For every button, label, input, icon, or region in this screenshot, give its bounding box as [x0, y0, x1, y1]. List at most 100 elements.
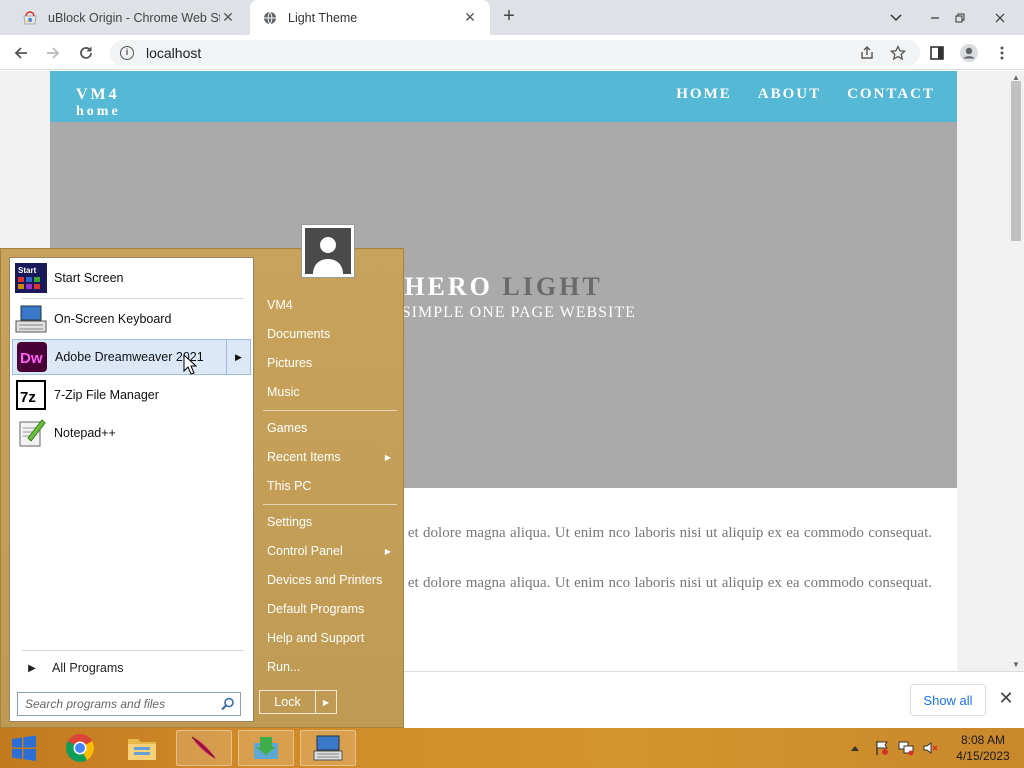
installer-icon: [254, 737, 278, 759]
info-icon[interactable]: i: [120, 46, 134, 60]
start-place-label: Recent Items: [267, 450, 341, 464]
start-place-default-programs[interactable]: Default Programs: [261, 596, 401, 622]
taskbar-file-explorer[interactable]: [114, 730, 170, 766]
lock-label: Lock: [260, 691, 316, 713]
folder-icon: [128, 739, 156, 760]
side-panel-icon[interactable]: [926, 42, 948, 64]
reload-icon[interactable]: [75, 42, 97, 64]
all-programs-button[interactable]: ▶ All Programs: [12, 656, 251, 680]
tab-strip: uBlock Origin - Chrome Web Sto ✕ Light T…: [0, 0, 1024, 35]
start-place-music[interactable]: Music: [261, 379, 401, 405]
browser-toolbar: i localhost: [0, 35, 1024, 70]
start-item-notepadpp[interactable]: Notepad++: [12, 415, 251, 451]
search-icon[interactable]: [221, 697, 235, 714]
start-screen-icon: Start: [15, 262, 47, 294]
lock-button[interactable]: Lock ▶: [259, 690, 337, 714]
site-logo-subtitle: home: [76, 104, 121, 119]
7zip-icon: 7z: [15, 379, 47, 411]
start-item-label: Adobe Dreamweaver 2021: [55, 350, 204, 364]
close-tab-icon[interactable]: ✕: [220, 9, 236, 26]
chrome-icon: [66, 734, 94, 762]
windows-start-button[interactable]: [0, 730, 48, 766]
keyboard-icon: [15, 303, 47, 335]
system-clock[interactable]: 8:08 AM 4/15/2023: [954, 732, 1012, 764]
kebab-menu-icon[interactable]: [991, 42, 1013, 64]
page-scrollbar[interactable]: ▲ ▼: [1008, 71, 1024, 671]
start-place-help-support[interactable]: Help and Support: [261, 625, 401, 651]
start-item-start-screen[interactable]: Start Start Screen: [12, 260, 251, 296]
start-place-this-pc[interactable]: This PC: [261, 473, 401, 499]
new-tab-button[interactable]: +: [498, 6, 520, 28]
start-place-games[interactable]: Games: [261, 415, 401, 441]
windows-logo-icon: [12, 735, 36, 761]
bookmark-star-icon[interactable]: [887, 42, 909, 64]
volume-muted-icon[interactable]: [922, 728, 940, 768]
start-item-label: On-Screen Keyboard: [54, 312, 172, 326]
start-place-settings[interactable]: Settings: [261, 509, 401, 535]
tab-search-icon[interactable]: [890, 0, 908, 35]
hero-title-a: HERO: [404, 272, 503, 301]
start-place-vm4[interactable]: VM4: [261, 292, 401, 318]
nav-about-link[interactable]: ABOUT: [758, 86, 821, 103]
tab-title: Light Theme: [288, 10, 358, 25]
user-account-picture[interactable]: [301, 224, 355, 278]
tab-light-theme[interactable]: Light Theme ✕: [250, 0, 490, 35]
submenu-arrow-icon: ▶: [384, 452, 391, 462]
taskbar-on-screen-keyboard[interactable]: [300, 730, 356, 766]
start-place-recent-items[interactable]: Recent Items ▶: [261, 444, 401, 470]
start-search-input[interactable]: Search programs and files: [17, 692, 241, 716]
start-place-pictures[interactable]: Pictures: [261, 350, 401, 376]
start-place-devices-printers[interactable]: Devices and Printers: [261, 567, 401, 593]
action-center-flag-icon[interactable]: [874, 728, 892, 768]
dreamweaver-icon-text: Dw: [20, 350, 43, 367]
address-bar[interactable]: i localhost: [110, 40, 920, 66]
mouse-pointer-icon: [183, 353, 198, 379]
start-menu-separator: [263, 504, 397, 505]
show-all-button[interactable]: Show all: [910, 684, 986, 716]
start-menu-separator: [22, 298, 244, 299]
taskbar-chrome[interactable]: [52, 730, 108, 766]
tab-title: uBlock Origin - Chrome Web Sto: [48, 10, 220, 25]
globe-icon: [262, 10, 278, 26]
start-item-on-screen-keyboard[interactable]: On-Screen Keyboard: [12, 301, 251, 337]
hero-title-b: LIGHT: [502, 272, 603, 301]
scroll-down-icon[interactable]: ▼: [1008, 660, 1024, 669]
scrollbar-thumb[interactable]: [1011, 81, 1021, 241]
start-place-run[interactable]: Run...: [261, 654, 401, 680]
show-hidden-icons-icon[interactable]: [850, 728, 864, 768]
submenu-arrow-icon[interactable]: ▶: [226, 340, 250, 374]
start-place-control-panel[interactable]: Control Panel ▶: [261, 538, 401, 564]
taskbar-app-installer[interactable]: [238, 730, 294, 766]
start-icon-text: Start: [18, 266, 37, 275]
close-tab-icon[interactable]: ✕: [462, 9, 478, 26]
start-item-dreamweaver[interactable]: Dw Adobe Dreamweaver 2021 ▶: [12, 339, 251, 375]
start-item-7zip[interactable]: 7z 7-Zip File Manager: [12, 377, 251, 413]
start-place-documents[interactable]: Documents: [261, 321, 401, 347]
taskbar-app-feather[interactable]: [176, 730, 232, 766]
all-programs-label: All Programs: [52, 661, 124, 675]
close-download-bar-icon[interactable]: ✕: [996, 688, 1016, 708]
clock-date: 4/15/2023: [956, 749, 1010, 763]
restore-icon[interactable]: [955, 0, 969, 35]
chrome-web-store-icon: [22, 10, 38, 26]
network-icon[interactable]: [898, 728, 916, 768]
forward-arrow-icon[interactable]: [42, 42, 64, 64]
tab-ublock-origin[interactable]: uBlock Origin - Chrome Web Sto ✕: [10, 0, 248, 35]
minimize-icon[interactable]: [930, 0, 944, 35]
nav-contact-link[interactable]: CONTACT: [847, 86, 935, 103]
triangle-right-icon: ▶: [28, 662, 36, 674]
nav-home-link[interactable]: HOME: [676, 86, 732, 103]
site-logo[interactable]: VM4: [76, 86, 120, 104]
site-navbar: VM4 home HOME ABOUT CONTACT: [50, 71, 957, 122]
feather-icon: [191, 736, 216, 759]
notepadpp-icon: [15, 417, 47, 449]
profile-avatar-icon[interactable]: [958, 42, 980, 64]
back-arrow-icon[interactable]: [10, 42, 32, 64]
start-item-label: 7-Zip File Manager: [54, 388, 159, 402]
close-window-icon[interactable]: [980, 0, 1020, 35]
start-menu: Start Start Screen On-Screen Keyboard Dw…: [0, 248, 404, 728]
dreamweaver-icon: Dw: [16, 341, 48, 373]
keyboard-icon: [313, 735, 343, 761]
lock-options-arrow-icon[interactable]: ▶: [316, 698, 336, 707]
share-icon[interactable]: [856, 42, 878, 64]
